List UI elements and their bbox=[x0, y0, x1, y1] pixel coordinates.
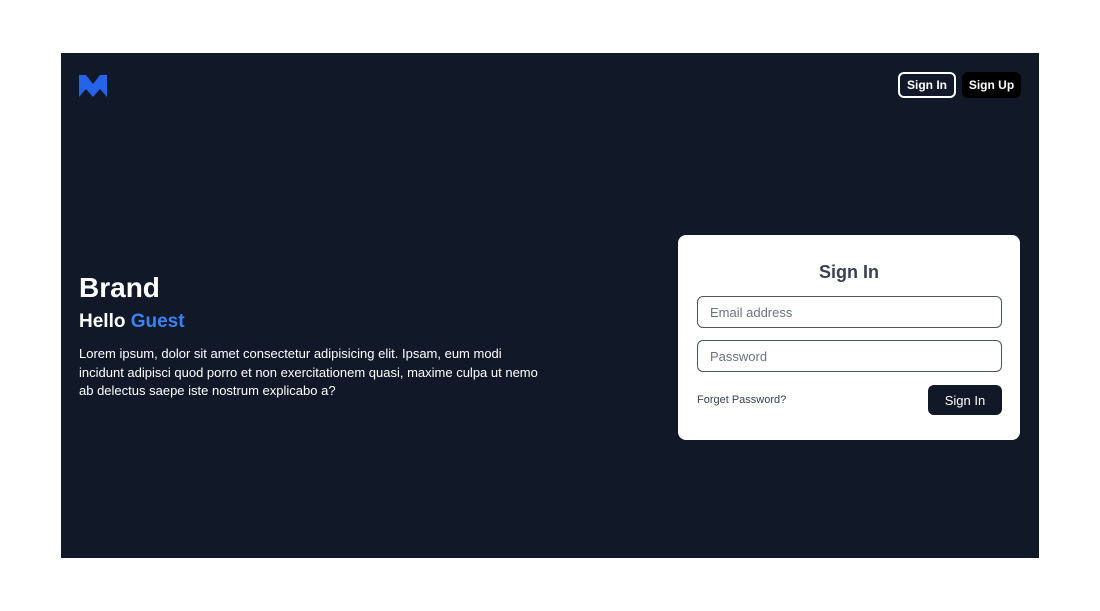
header-signup-button[interactable]: Sign Up bbox=[962, 72, 1021, 98]
email-field[interactable] bbox=[697, 296, 1002, 328]
brand-title: Brand bbox=[79, 272, 160, 303]
signin-submit-button[interactable]: Sign In bbox=[928, 385, 1002, 415]
forget-password-link[interactable]: Forget Password? bbox=[697, 394, 786, 406]
greeting-name: Guest bbox=[130, 311, 185, 332]
password-field[interactable] bbox=[697, 340, 1002, 372]
hero-description: Lorem ipsum, dolor sit amet consectetur … bbox=[79, 346, 538, 398]
m-logo-icon[interactable] bbox=[79, 75, 107, 97]
header-signin-button[interactable]: Sign In bbox=[898, 72, 956, 98]
main-container: Sign In Sign Up Brand Hello Guest Lorem … bbox=[61, 53, 1039, 558]
greeting-text: Hello bbox=[79, 311, 126, 332]
greeting-heading: Hello Guest bbox=[79, 310, 185, 334]
signin-card-title: Sign In bbox=[819, 262, 879, 282]
signin-card: Sign In Forget Password? Sign In bbox=[678, 235, 1020, 440]
